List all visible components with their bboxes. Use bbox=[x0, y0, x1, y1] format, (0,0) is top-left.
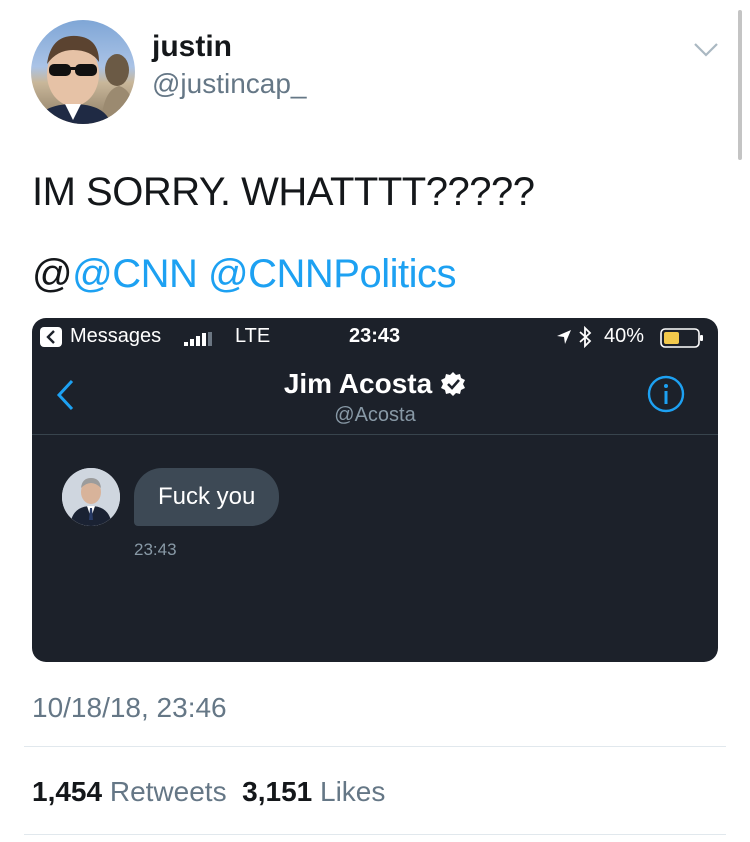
status-network: LTE bbox=[235, 325, 271, 347]
tweet-timestamp[interactable]: 10/18/18, 23:46 bbox=[32, 692, 227, 724]
sender-avatar[interactable] bbox=[62, 468, 120, 526]
status-battery-percent: 40% bbox=[604, 325, 645, 347]
chevron-down-icon[interactable] bbox=[693, 42, 719, 58]
mention-link-cnnpolitics[interactable]: @CNNPolitics bbox=[208, 252, 456, 296]
scrollbar[interactable] bbox=[738, 10, 742, 160]
attached-screenshot[interactable]: Messages LTE 23:43 40% Jim Acosta @Acost… bbox=[32, 318, 718, 662]
message-bubble[interactable]: Fuck you bbox=[134, 468, 280, 526]
status-time: 23:43 bbox=[349, 325, 401, 347]
mention-link-cnn[interactable]: @CNN bbox=[72, 252, 198, 296]
status-bar: Messages LTE 23:43 40% bbox=[32, 318, 718, 356]
likes-label: Likes bbox=[320, 776, 386, 807]
retweets-count: 1,454 bbox=[32, 776, 103, 807]
message-timestamp: 23:43 bbox=[134, 540, 177, 559]
status-back-app: Messages bbox=[70, 325, 162, 347]
display-name[interactable]: justin bbox=[152, 30, 232, 64]
battery-icon bbox=[660, 328, 703, 348]
verified-badge-icon bbox=[441, 372, 466, 396]
back-to-app-icon bbox=[40, 327, 62, 347]
divider bbox=[24, 746, 726, 747]
likes-stat[interactable]: 3,151 Likes bbox=[242, 776, 385, 807]
engagement-stats: 1,454 Retweets 3,151 Likes bbox=[32, 776, 385, 808]
tweet-mentions: @@CNN @CNNPolitics bbox=[32, 252, 456, 297]
mention-prefix: @ bbox=[32, 252, 73, 296]
header-divider bbox=[32, 434, 718, 435]
likes-count: 3,151 bbox=[242, 776, 313, 807]
user-handle[interactable]: @justincap_ bbox=[152, 68, 307, 100]
signal-icon bbox=[184, 332, 212, 346]
divider bbox=[24, 834, 726, 835]
conversation-title[interactable]: Jim Acosta bbox=[32, 368, 718, 400]
retweets-stat[interactable]: 1,454 Retweets bbox=[32, 776, 227, 807]
location-arrow-icon bbox=[557, 330, 571, 344]
conversation-handle: @Acosta bbox=[334, 404, 416, 426]
info-icon[interactable] bbox=[646, 374, 686, 414]
tweet-text: IM SORRY. WHATTTT????? bbox=[32, 170, 535, 214]
retweets-label: Retweets bbox=[109, 776, 227, 807]
bluetooth-icon bbox=[579, 326, 592, 348]
avatar[interactable] bbox=[31, 20, 135, 124]
conversation-name: Jim Acosta bbox=[283, 368, 433, 399]
